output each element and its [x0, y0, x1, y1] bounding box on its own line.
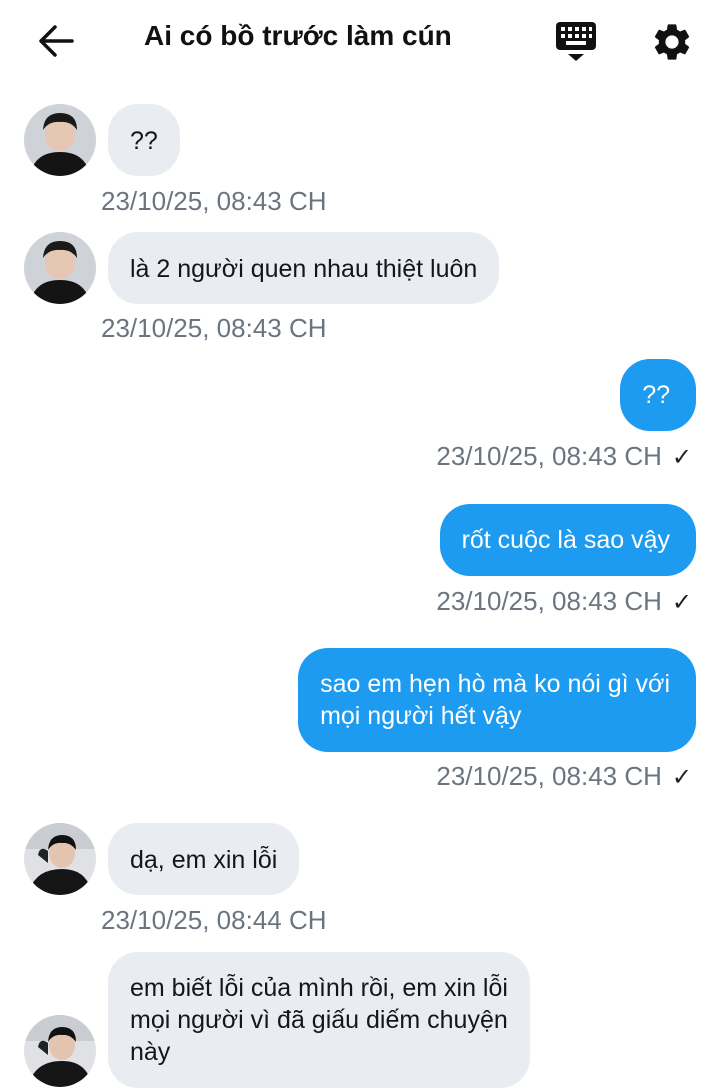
message-timestamp: 23/10/25, 08:43 CH — [101, 313, 327, 343]
message-bubble-incoming[interactable]: ?? — [108, 104, 180, 176]
message-timestamp: 23/10/25, 08:43 CH ✓ — [436, 586, 692, 616]
message-bubble-outgoing[interactable]: ?? — [620, 359, 696, 431]
sent-check-icon: ✓ — [671, 444, 692, 471]
sent-check-icon: ✓ — [671, 589, 692, 616]
message-bubble-outgoing[interactable]: sao em hẹn hò mà ko nói gì với mọi người… — [298, 648, 696, 752]
settings-button[interactable] — [650, 20, 694, 64]
message-bubble-incoming[interactable]: là 2 người quen nhau thiệt luôn — [108, 232, 500, 304]
message-timestamp: 23/10/25, 08:43 CH ✓ — [436, 441, 692, 471]
message-timestamp: 23/10/25, 08:43 CH — [101, 186, 327, 216]
message-line: sao em hẹn hò mà ko nói gì với — [320, 670, 670, 698]
sent-check-icon: ✓ — [671, 764, 692, 791]
gear-icon — [654, 24, 690, 60]
message-line: này — [130, 1038, 171, 1066]
avatar[interactable] — [24, 232, 96, 304]
avatar[interactable] — [24, 823, 96, 895]
message-line: mọi người vì đã giấu diếm chuyện — [130, 1006, 508, 1034]
message-bubble-outgoing[interactable]: rốt cuộc là sao vậy — [439, 504, 696, 576]
message-line: mọi người hết vậy — [320, 702, 522, 730]
arrow-left-icon — [39, 25, 74, 57]
avatar[interactable] — [24, 104, 96, 176]
avatar[interactable] — [24, 1015, 96, 1087]
message-line: em biết lỗi của mình rồi, em xin lỗi — [130, 974, 508, 1002]
chat-title: Ai có bồ trước làm cún — [144, 20, 452, 51]
message-bubble-incoming[interactable]: em biết lỗi của mình rồi, em xin lỗi mọi… — [108, 952, 530, 1088]
keyboard-icon — [556, 22, 596, 61]
message-timestamp: 23/10/25, 08:43 CH ✓ — [436, 761, 692, 791]
chat-header: Ai có bồ trước làm cún — [0, 0, 720, 82]
message-timestamp: 23/10/25, 08:44 CH — [101, 905, 327, 935]
keyboard-button[interactable] — [554, 20, 598, 64]
message-bubble-incoming[interactable]: dạ, em xin lỗi — [108, 823, 300, 895]
back-button[interactable] — [36, 20, 78, 62]
